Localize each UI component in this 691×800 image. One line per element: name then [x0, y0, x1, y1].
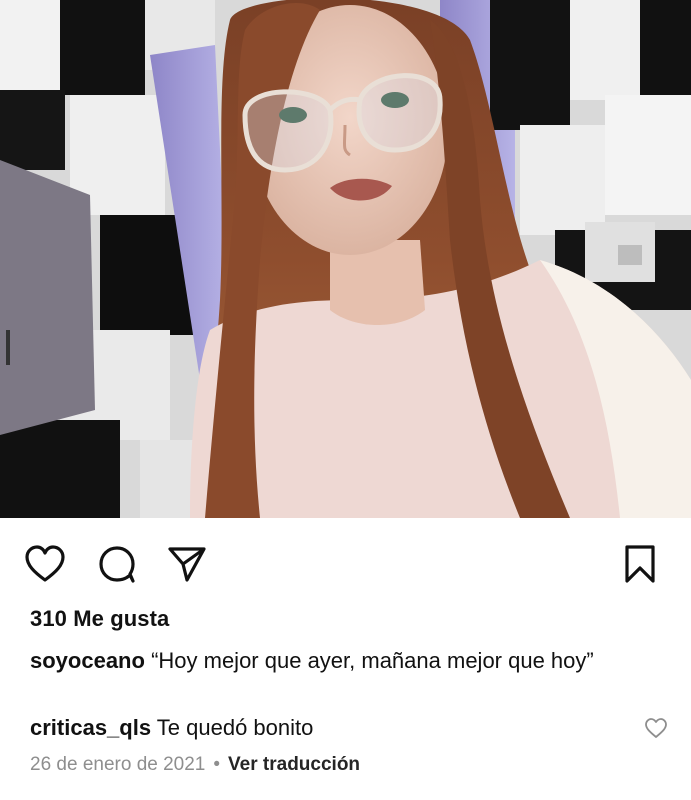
- post-action-bar: [0, 518, 691, 602]
- meta-separator: •: [213, 754, 221, 775]
- photo-illustration: [0, 0, 691, 518]
- translate-link[interactable]: Ver traducción: [228, 754, 360, 775]
- post-caption: soyoceano “Hoy mejor que ayer, mañana me…: [30, 646, 650, 675]
- paper-plane-icon[interactable]: [166, 544, 206, 584]
- post-photo[interactable]: [0, 0, 691, 518]
- post-date: 26 de enero de 2021: [30, 754, 206, 775]
- caption-text: “Hoy mejor que ayer, mañana mejor que ho…: [151, 648, 594, 673]
- comment-row: criticas_qls Te quedó bonito: [30, 713, 630, 742]
- comment-bubble-icon[interactable]: [97, 544, 137, 584]
- small-heart-icon[interactable]: [644, 717, 668, 739]
- dispenser: [0, 160, 95, 435]
- comment-username[interactable]: criticas_qls: [30, 715, 151, 740]
- caption-username[interactable]: soyoceano: [30, 648, 145, 673]
- likes-count[interactable]: 310 Me gusta: [30, 606, 169, 632]
- heart-icon[interactable]: [24, 544, 65, 584]
- post-meta: 26 de enero de 2021 • Ver traducción: [30, 754, 360, 776]
- bookmark-icon[interactable]: [622, 544, 662, 584]
- comment-text: Te quedó bonito: [156, 715, 314, 740]
